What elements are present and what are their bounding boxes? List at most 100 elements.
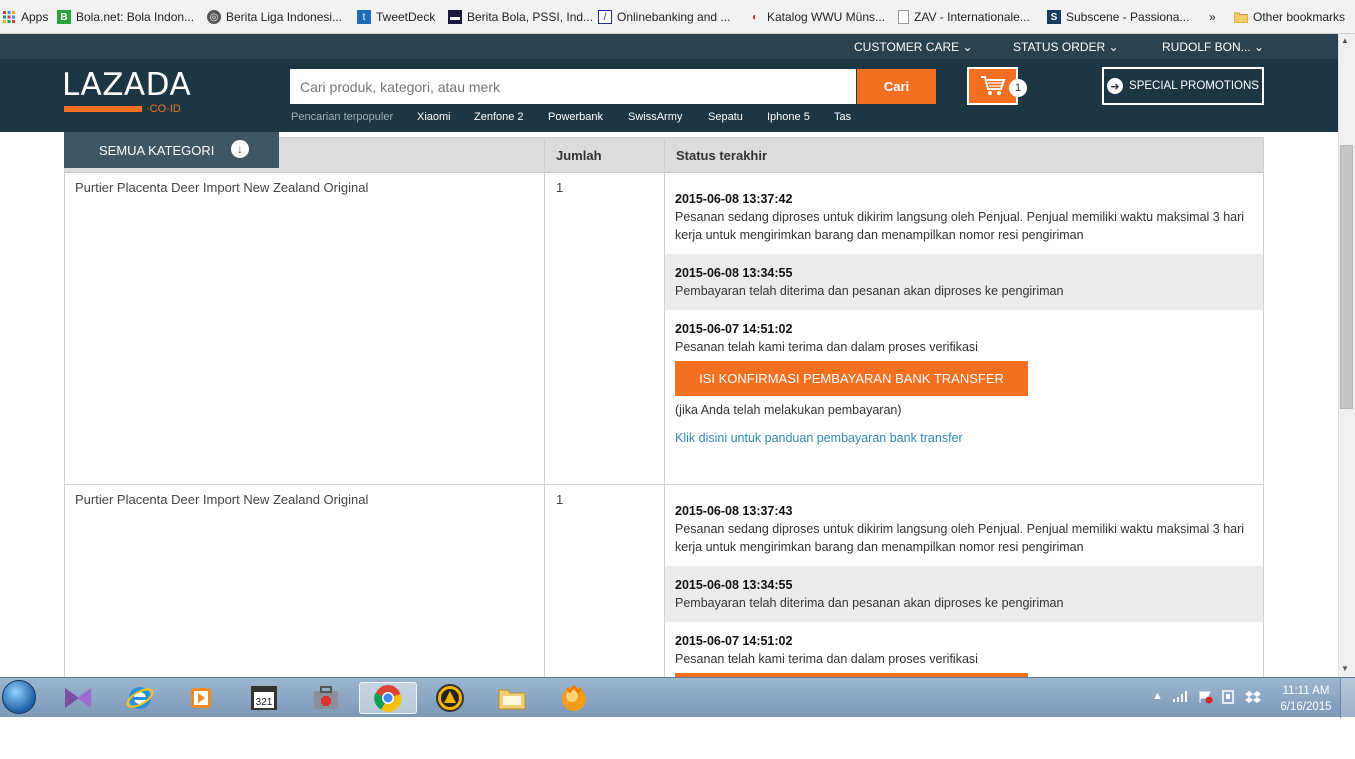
bookmark-bola[interactable]: B Bola.net: Bola Indon... — [57, 10, 194, 24]
bank-transfer-confirmation-button[interactable]: ISI KONFIRMASI PEMBAYARAN BANK TRANSFER — [675, 361, 1028, 396]
bank-transfer-guide-link[interactable]: Klik disini untuk panduan pembayaran ban… — [675, 431, 963, 445]
product-name[interactable]: Purtier Placenta Deer Import New Zealand… — [75, 492, 368, 507]
windows-taskbar: 321 ▲ 11:11 AM 6/16/2015 — [0, 677, 1355, 718]
show-desktop-button[interactable] — [1340, 678, 1355, 718]
event-description: Pesanan sedang diproses untuk dikirim la… — [675, 210, 1245, 242]
payment-note: (jika Anda telah melakukan pembayaran) — [675, 403, 902, 417]
bookmark-label: Berita Bola, PSSI, Ind... — [467, 10, 594, 24]
bookmark-katalog[interactable]: ◐ Katalog WWU Müns... — [748, 10, 885, 24]
column-header-quantity: Jumlah — [556, 148, 602, 163]
user-account-menu[interactable]: RUDOLF BON... ⌄ — [1162, 40, 1264, 54]
other-bookmarks-label: Other bookmarks — [1253, 10, 1346, 24]
event-description: Pembayaran telah diterima dan pesanan ak… — [675, 596, 1064, 610]
promo-label: SPECIAL PROMOTIONS — [1129, 80, 1259, 92]
scrollbar-thumb[interactable] — [1340, 145, 1353, 409]
bookmarks-bar: Apps B Bola.net: Bola Indon... ◎ Berita … — [0, 0, 1355, 34]
clock-time: 11:11 AM — [1282, 685, 1330, 697]
table-border-left — [64, 137, 65, 677]
logo-subtext: ·CO·ID — [146, 103, 181, 115]
event-description: Pembayaran telah diterima dan pesanan ak… — [675, 284, 1064, 298]
popular-search-link[interactable]: Xiaomi — [417, 111, 451, 123]
bookmark-label: ZAV - Internationale... — [914, 10, 1030, 24]
orange-app-icon[interactable] — [552, 682, 596, 714]
event-timestamp: 2015-06-08 13:34:55 — [675, 578, 793, 592]
bookmark-label: Katalog WWU Müns... — [767, 10, 886, 24]
popular-search-label: Pencarian terpopuler — [291, 111, 394, 123]
svg-text:321: 321 — [256, 697, 273, 708]
scroll-up-arrow-icon[interactable]: ▲ — [1341, 36, 1349, 45]
bookmark-subscene[interactable]: S Subscene - Passiona... — [1047, 10, 1189, 24]
bookmark-label: Onlinebanking and ... — [617, 10, 731, 24]
system-clock[interactable]: 11:11 AM 6/16/2015 — [1276, 683, 1336, 715]
status-order-menu[interactable]: STATUS ORDER ⌄ — [1013, 40, 1119, 54]
popular-search-link[interactable]: Zenfone 2 — [474, 111, 524, 123]
toolbox-icon[interactable] — [304, 682, 348, 714]
column-divider — [544, 137, 545, 677]
bookmark-label: Subscene - Passiona... — [1066, 10, 1190, 24]
file-explorer-icon[interactable] — [490, 682, 534, 714]
bookmark-label: Berita Liga Indonesi... — [226, 10, 343, 24]
network-signal-icon[interactable] — [1173, 690, 1189, 705]
logo-bar — [64, 106, 142, 112]
action-center-flag-icon[interactable] — [1198, 690, 1214, 707]
bookmark-onlinebanking[interactable]: / Onlinebanking and ... — [598, 10, 730, 24]
quantity-value: 1 — [556, 180, 564, 195]
arrow-right-icon: ➜ — [1107, 78, 1124, 94]
globe-icon: ◎ — [207, 10, 221, 24]
lazada-header: LAZADA ·CO·ID Cari 1 ➜ SPECIAL PROMOTION… — [0, 59, 1338, 132]
bookmarks-overflow-button[interactable]: » — [1209, 10, 1216, 24]
start-button[interactable] — [2, 680, 36, 714]
event-timestamp: 2015-06-07 14:51:02 — [675, 322, 793, 336]
bank-favicon: / — [598, 10, 612, 24]
bookmark-apps[interactable]: Apps — [2, 10, 48, 24]
news-favicon: ▬ — [448, 10, 462, 24]
bookmark-label: TweetDeck — [376, 10, 436, 24]
arrow-down-icon: ↓ — [231, 140, 249, 158]
device-tray-icon[interactable] — [1221, 690, 1235, 707]
lazada-logo[interactable]: LAZADA ·CO·ID — [62, 67, 192, 117]
catalog-favicon: ◐ — [751, 11, 759, 23]
bookmark-zav[interactable]: ZAV - Internationale... — [898, 10, 1030, 24]
quantity-value: 1 — [556, 492, 564, 507]
bookmark-berita-bola[interactable]: ▬ Berita Bola, PSSI, Ind... — [448, 10, 593, 24]
bookmark-berita-liga[interactable]: ◎ Berita Liga Indonesi... — [207, 10, 342, 24]
folder-icon — [1234, 10, 1248, 24]
visual-studio-icon[interactable] — [56, 682, 100, 714]
search-input[interactable] — [290, 69, 856, 104]
popular-search-link[interactable]: Sepatu — [708, 111, 743, 123]
aimp-icon[interactable] — [428, 682, 472, 714]
clock-date: 6/16/2015 — [1280, 701, 1332, 713]
bookmark-label: Bola.net: Bola Indon... — [76, 10, 195, 24]
bookmark-tweetdeck[interactable]: t TweetDeck — [357, 10, 435, 24]
category-label: SEMUA KATEGORI — [99, 142, 215, 158]
event-description: Pesanan telah kami terima dan dalam pros… — [675, 652, 978, 666]
popular-search-link[interactable]: Iphone 5 — [767, 111, 810, 123]
scroll-down-arrow-icon[interactable]: ▼ — [1341, 664, 1349, 673]
dropbox-icon[interactable] — [1245, 690, 1261, 707]
bookmark-label: Apps — [21, 10, 49, 24]
show-hidden-icons-button[interactable]: ▲ — [1152, 690, 1163, 702]
media-player-classic-icon[interactable]: 321 — [242, 682, 286, 714]
apps-grid-icon — [2, 10, 16, 24]
search-button[interactable]: Cari — [857, 69, 936, 104]
event-timestamp: 2015-06-08 13:34:55 — [675, 266, 793, 280]
logo-text: LAZADA — [62, 67, 192, 103]
popular-search-link[interactable]: SwissArmy — [628, 111, 682, 123]
event-timestamp: 2015-06-07 14:51:02 — [675, 634, 793, 648]
special-promotions-button[interactable]: ➜ SPECIAL PROMOTIONS — [1102, 67, 1264, 105]
event-description: Pesanan sedang diproses untuk dikirim la… — [675, 522, 1245, 554]
chrome-icon[interactable] — [359, 682, 417, 714]
internet-explorer-icon[interactable] — [118, 682, 162, 714]
customer-care-menu[interactable]: CUSTOMER CARE ⌄ — [854, 40, 973, 54]
subscene-favicon: S — [1047, 10, 1061, 24]
cart-count-badge: 1 — [1009, 79, 1027, 97]
table-border-right — [1263, 137, 1264, 677]
product-name[interactable]: Purtier Placenta Deer Import New Zealand… — [75, 180, 368, 195]
all-categories-button[interactable]: SEMUA KATEGORI ↓ — [64, 132, 279, 168]
bola-favicon: B — [57, 10, 71, 24]
other-bookmarks[interactable]: Other bookmarks — [1234, 10, 1345, 24]
event-description: Pesanan telah kami terima dan dalam pros… — [675, 340, 978, 354]
popular-search-link[interactable]: Powerbank — [548, 111, 603, 123]
popular-search-link[interactable]: Tas — [834, 111, 851, 123]
media-player-icon[interactable] — [180, 682, 224, 714]
